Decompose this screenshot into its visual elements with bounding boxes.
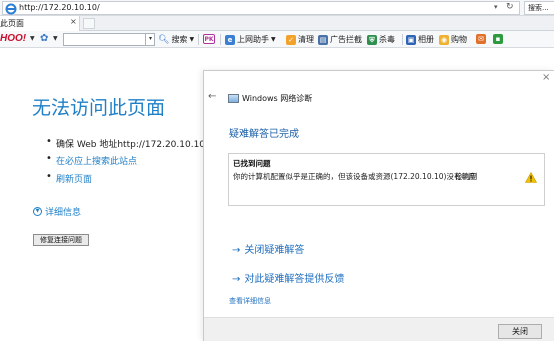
close-troubleshooter-label: 关闭疑难解答 [244, 245, 305, 256]
toolbar-search-label: 搜索 [171, 35, 188, 44]
pk-icon: PK [203, 34, 215, 44]
dialog-heading: 疑难解答已完成 [229, 129, 299, 140]
tab-bar: 此页面 × [0, 16, 554, 31]
green-app-icon: ▪ [493, 34, 503, 44]
feedback-label: 对此疑难解答提供反馈 [244, 274, 345, 285]
toolbar-search-input[interactable] [63, 33, 155, 46]
shopping-label: 购物 [451, 35, 467, 44]
toolbar-search-dropdown[interactable]: ▾ [145, 33, 155, 46]
toolbar-search-button[interactable]: 🔍︎ 搜索 ▼ [158, 34, 194, 45]
address-bar: http://172.20.10.10/ ▾ ↻ 搜索... [0, 0, 554, 16]
toolbar-album-button[interactable]: ▣ 相册 [406, 34, 434, 45]
error-hint-text: 确保 Web 地址http://172.20.10.10 [56, 140, 206, 150]
url-text: http://172.20.10.10/ [19, 3, 100, 12]
url-field[interactable]: http://172.20.10.10/ ▾ ↻ [2, 1, 520, 15]
view-details-link[interactable]: 查看详细信息 [229, 296, 271, 306]
flower-dropdown-icon[interactable]: ▼ [53, 35, 58, 42]
toolbar-clean-button[interactable]: ✓ 清理 [286, 34, 314, 45]
broom-icon: ✓ [286, 34, 296, 45]
diagnostics-app-icon [228, 94, 239, 103]
adblock-icon: ▤ [318, 34, 328, 45]
feedback-link[interactable]: → 对此疑难解答提供反馈 [232, 270, 344, 285]
toolbar-separator [402, 34, 403, 45]
search-icon: 🔍︎ [158, 34, 170, 45]
problem-panel: 已找到问题 你的计算机配置似乎是正确的，但该设备或资源(172.20.10.10… [228, 153, 545, 206]
tab-current[interactable]: 此页面 × [0, 16, 80, 31]
browser-search-input[interactable]: 搜索... [524, 1, 554, 15]
toolbar-shopping-button[interactable]: ◉ 购物 [439, 34, 467, 45]
toolbar-antivirus-button[interactable]: ⛨ 杀毒 [367, 34, 395, 45]
yahoo-dropdown-icon[interactable]: ▼ [30, 35, 35, 42]
network-diagnostics-dialog: × ← Windows 网络诊断 疑难解答已完成 已找到问题 你的计算机配置似乎… [203, 70, 554, 341]
arrow-right-icon: → [232, 245, 241, 256]
toolbar: HOO! ▼ ✿ ▼ ▾ 🔍︎ 搜索 ▼ PK e 上网助手 ▼ ✓ 清理 ▤ … [0, 31, 554, 48]
shopping-icon: ◉ [439, 34, 449, 45]
mail-icon: ✉ [476, 34, 486, 44]
dialog-app-title: Windows 网络诊断 [242, 94, 313, 103]
url-dropdown-icon[interactable]: ▾ [494, 3, 498, 11]
shield-icon: ⛨ [367, 34, 377, 45]
problem-status: 检测到 [455, 172, 478, 181]
close-icon[interactable]: × [542, 72, 550, 83]
arrow-right-icon: → [232, 274, 241, 285]
settings-flower-icon[interactable]: ✿ [40, 33, 48, 44]
dialog-footer: 关闭 [204, 317, 554, 341]
antivirus-label: 杀毒 [379, 35, 395, 44]
problem-description: 你的计算机配置似乎是正确的，但该设备或资源(172.20.10.10)没有响应 [233, 172, 477, 181]
ie-logo-icon [5, 3, 17, 17]
toolbar-adblock-button[interactable]: ▤ 广告拦截 [318, 34, 362, 45]
online-assistant-label: 上网助手 [237, 35, 269, 44]
clean-label: 清理 [298, 35, 314, 44]
tab-close-icon[interactable]: × [70, 17, 77, 26]
search-bing-text[interactable]: 在必应上搜索此站点 [56, 154, 137, 167]
close-troubleshooter-link[interactable]: → 关闭疑难解答 [232, 241, 304, 256]
toolbar-separator [220, 34, 221, 45]
yahoo-logo[interactable]: HOO! [0, 33, 26, 44]
more-info-toggle[interactable]: ▼ 详细信息 [33, 205, 81, 218]
toolbar-separator [198, 34, 199, 45]
toolbar-mail-button[interactable]: ✉ [476, 34, 486, 44]
problem-section-title: 已找到问题 [233, 159, 271, 168]
new-tab-button[interactable] [83, 18, 95, 29]
fix-connection-button[interactable]: 修复连接问题 [33, 234, 89, 246]
refresh-page-text[interactable]: 刷新页面 [56, 172, 92, 185]
toolbar-online-assistant-button[interactable]: e 上网助手 ▼ [225, 34, 276, 45]
page-title: 无法访问此页面 [32, 97, 166, 119]
toolbar-pk-button[interactable]: PK [203, 34, 215, 44]
adblock-label: 广告拦截 [330, 35, 362, 44]
back-arrow-icon[interactable]: ← [208, 91, 216, 102]
info-chevron-icon: ▼ [33, 207, 42, 216]
album-label: 相册 [418, 35, 434, 44]
album-icon: ▣ [406, 34, 416, 45]
assistant-icon: e [225, 34, 235, 45]
refresh-icon[interactable]: ↻ [506, 2, 514, 12]
close-button[interactable]: 关闭 [498, 324, 542, 339]
more-info-label: 详细信息 [45, 208, 82, 218]
tab-title: 此页面 [0, 19, 24, 28]
warning-icon [524, 171, 538, 183]
toolbar-extra-button[interactable]: ▪ [493, 34, 503, 44]
